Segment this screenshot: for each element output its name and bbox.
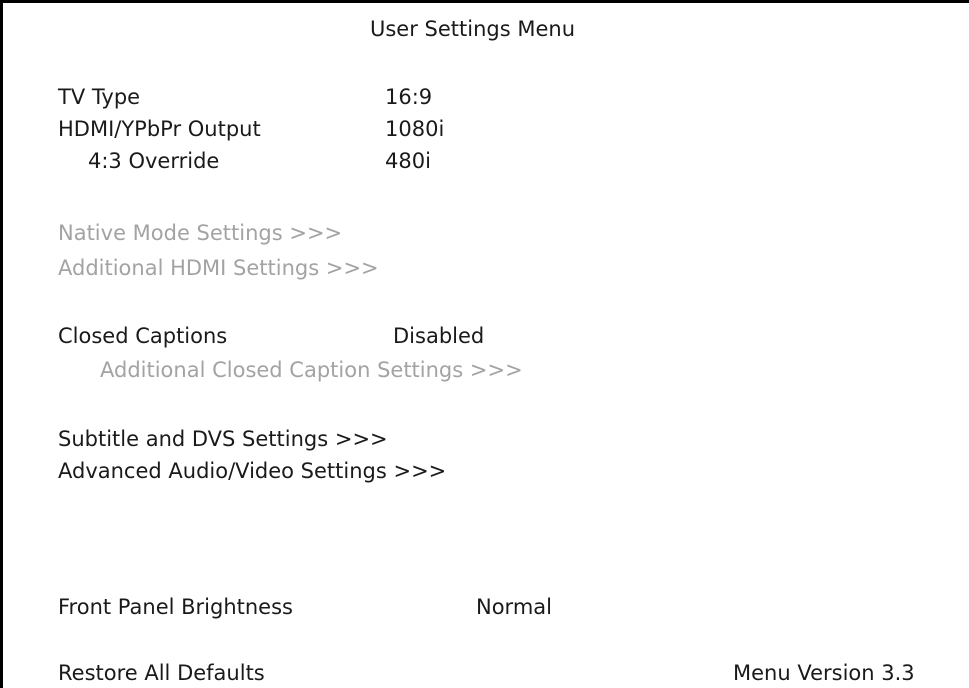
closed-captions-value[interactable]: Disabled	[393, 326, 484, 347]
hdmi-output-value[interactable]: 1080i	[385, 119, 444, 140]
closed-captions-label[interactable]: Closed Captions	[58, 326, 227, 347]
override-value[interactable]: 480i	[385, 151, 431, 172]
additional-closed-caption-settings-link: Additional Closed Caption Settings >>>	[100, 358, 523, 382]
front-panel-brightness-label[interactable]: Front Panel Brightness	[58, 597, 293, 618]
native-mode-settings-link: Native Mode Settings >>>	[58, 221, 343, 245]
additional-hdmi-settings-link: Additional HDMI Settings >>>	[58, 256, 379, 280]
menu-version: Menu Version 3.3	[733, 661, 915, 685]
override-label[interactable]: 4:3 Override	[88, 151, 219, 172]
restore-all-defaults-button[interactable]: Restore All Defaults	[58, 663, 265, 684]
tv-type-label[interactable]: TV Type	[58, 87, 140, 108]
tv-type-value[interactable]: 16:9	[385, 87, 432, 108]
front-panel-brightness-value[interactable]: Normal	[476, 597, 552, 618]
menu-title: User Settings Menu	[370, 17, 576, 41]
advanced-audio-video-settings-link[interactable]: Advanced Audio/Video Settings >>>	[58, 461, 446, 482]
subtitle-dvs-settings-link[interactable]: Subtitle and DVS Settings >>>	[58, 429, 388, 450]
hdmi-output-label[interactable]: HDMI/YPbPr Output	[58, 119, 261, 140]
